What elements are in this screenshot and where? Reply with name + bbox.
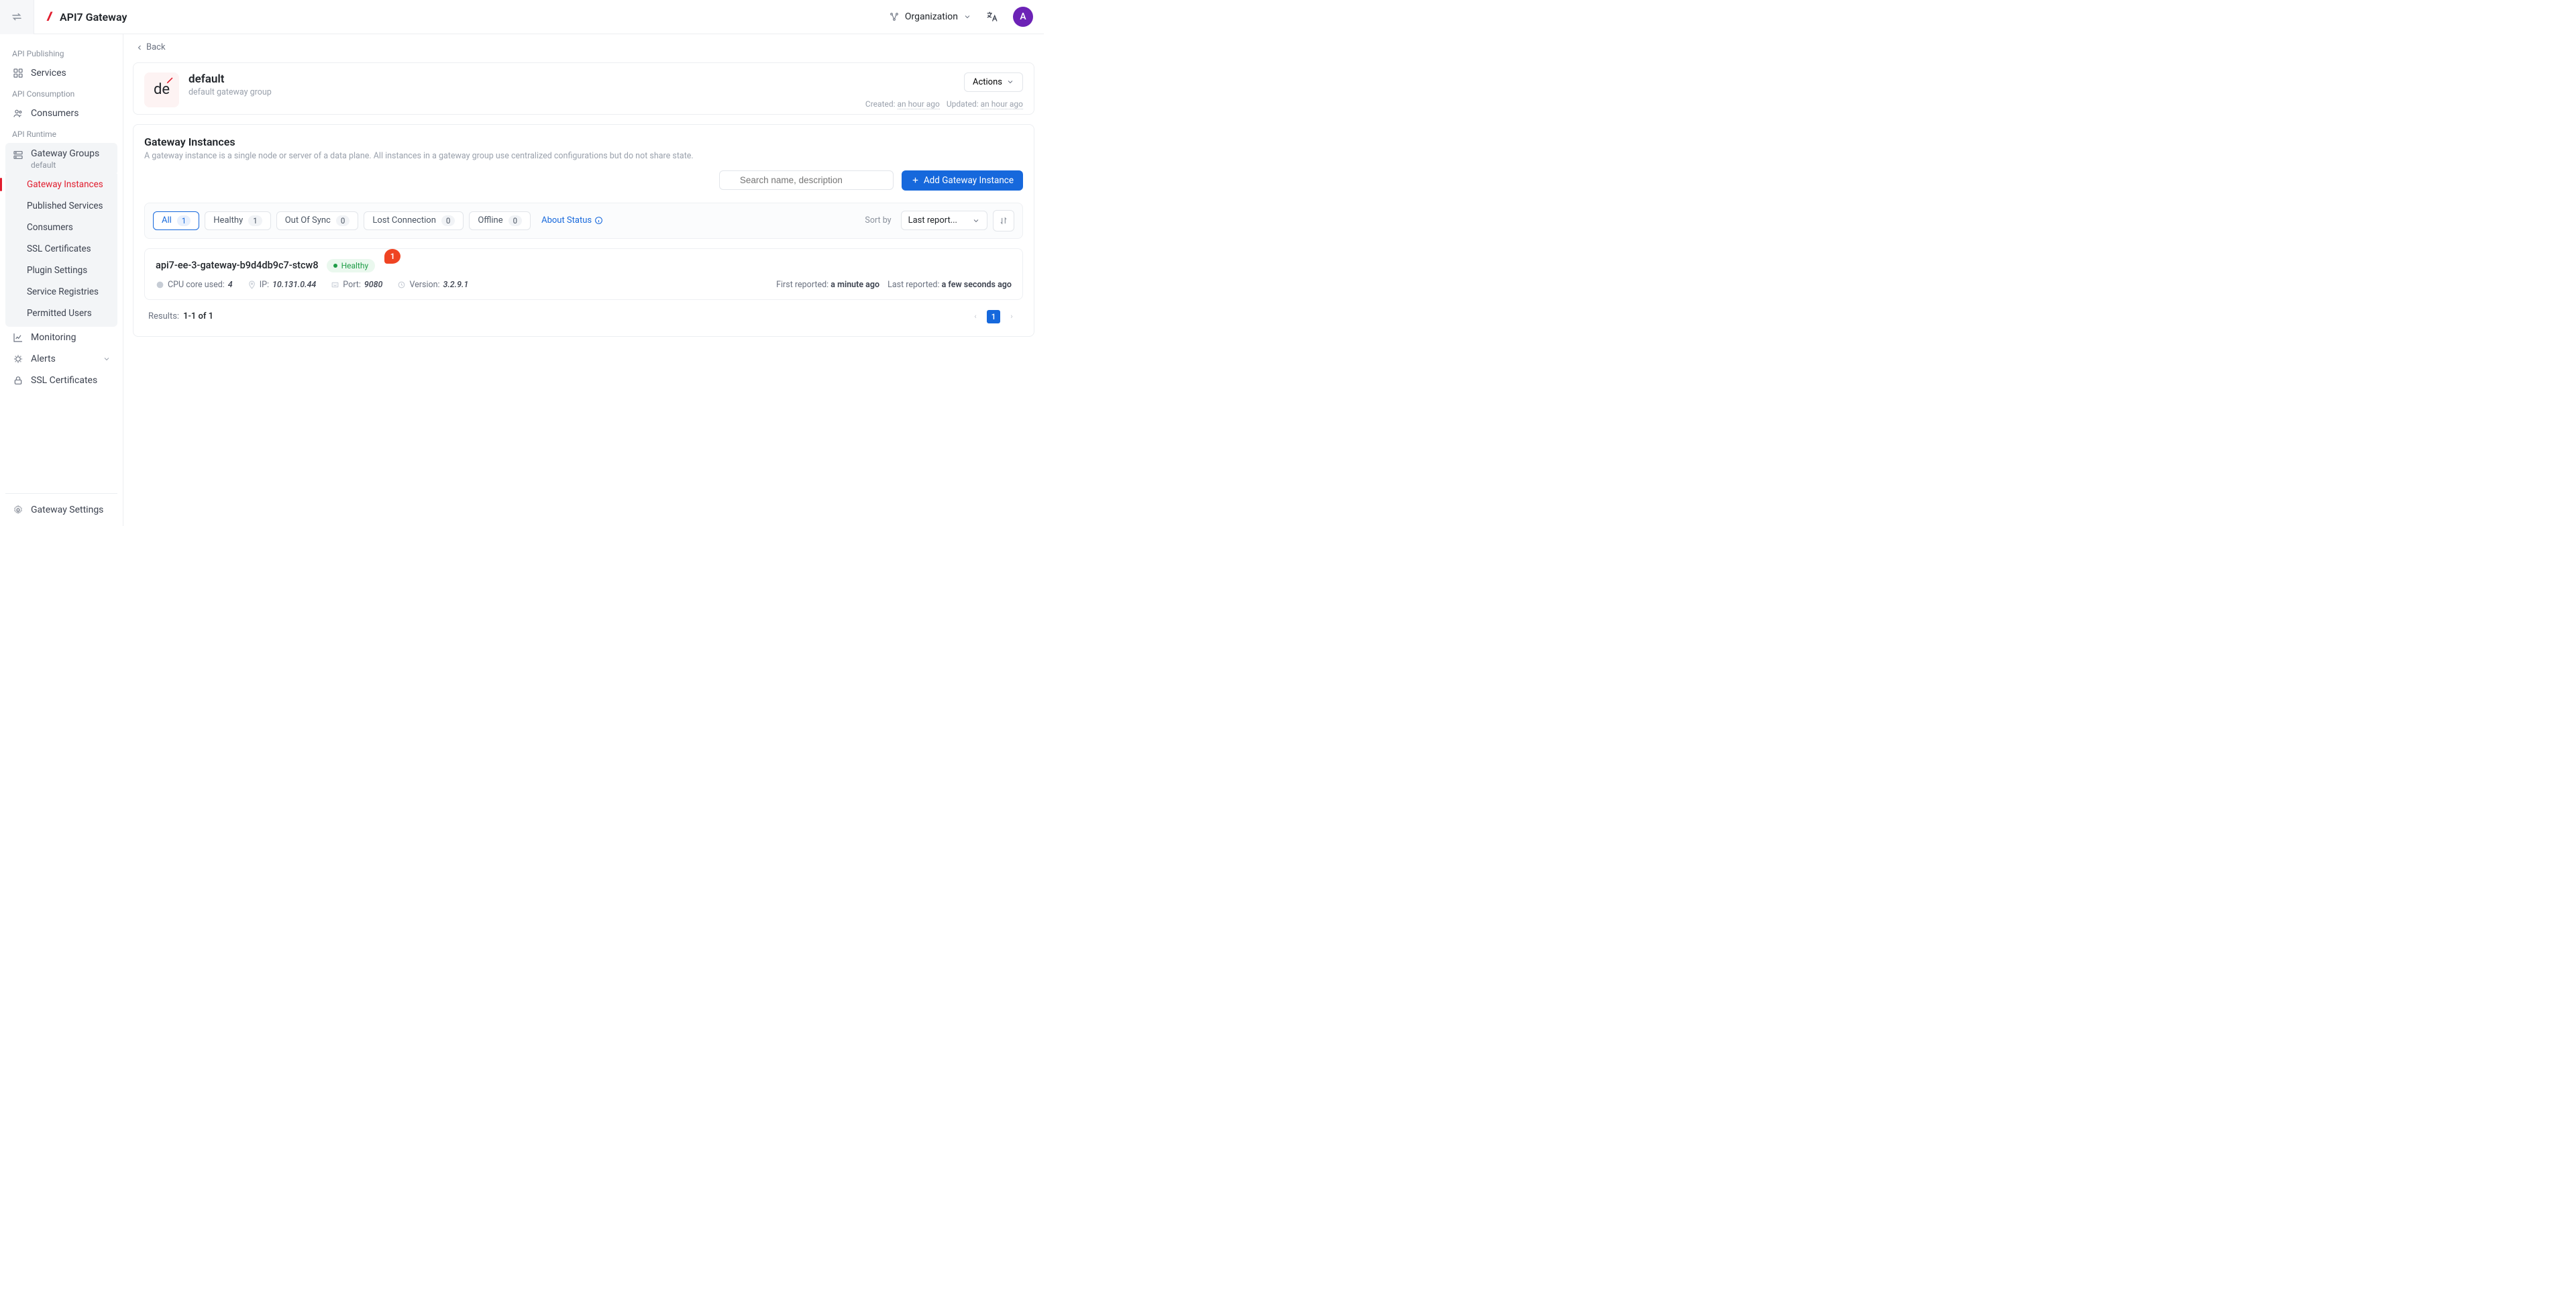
lock-icon [12, 375, 24, 386]
about-status-link[interactable]: About Status [541, 215, 603, 225]
brand[interactable]: API7 Gateway [44, 11, 127, 23]
instance-timestamps: First reported: a minute ago Last report… [776, 280, 1012, 290]
page-next[interactable]: › [1004, 309, 1019, 324]
page-current[interactable]: 1 [987, 310, 1000, 323]
sidebar-submenu-gateway-groups: Gateway Instances Published Services Con… [5, 174, 117, 327]
chevron-down-icon [1006, 78, 1014, 86]
chevron-down-icon [972, 217, 980, 225]
chevron-down-icon [963, 13, 971, 21]
sort-by-label: Sort by [865, 215, 891, 225]
gear-icon [12, 505, 24, 515]
results-count: Results:1-1 of 1 [148, 311, 213, 321]
instances-description: A gateway instance is a single node or s… [144, 151, 1023, 161]
translate-icon [986, 11, 998, 23]
sidebar-item-gateway-groups[interactable]: Gateway Groups default [5, 143, 117, 175]
ip-icon [248, 280, 256, 289]
alert-icon [12, 354, 24, 364]
sidebar: API Publishing Services API Consumption … [0, 34, 123, 526]
language-switcher[interactable] [986, 11, 998, 23]
sidebar-item-alerts[interactable]: Alerts [5, 348, 117, 370]
tab-out-of-sync[interactable]: Out Of Sync0 [276, 211, 359, 230]
tab-lost-connection[interactable]: Lost Connection0 [364, 211, 464, 230]
group-subtitle: default gateway group [189, 87, 272, 97]
sidebar-item-monitoring[interactable]: Monitoring [5, 327, 117, 348]
sidebar-section-publishing: API Publishing [5, 44, 117, 62]
chevron-down-icon [103, 355, 111, 363]
back-link[interactable]: Back [136, 42, 166, 52]
instance-name: api7-ee-3-gateway-b9d4db9c7-stcw8 [156, 260, 319, 271]
status-tabs: All1 Healthy1 Out Of Sync0 Lost Connecti… [144, 203, 1023, 239]
sidebar-item-services[interactable]: Services [5, 62, 117, 84]
sidebar-section-consumption: API Consumption [5, 84, 117, 103]
chart-icon [12, 332, 24, 343]
sidebar-item-consumers[interactable]: Consumers [5, 103, 117, 124]
instances-panel: Gateway Instances A gateway instance is … [133, 124, 1034, 337]
sort-select[interactable]: Last report... [901, 211, 987, 230]
group-title: default [189, 72, 272, 86]
sidebar-item-ssl-certificates-sub[interactable]: SSL Certificates [5, 238, 117, 260]
sort-icon [999, 216, 1008, 225]
sort-direction-button[interactable] [993, 210, 1014, 231]
sidebar-item-service-registries[interactable]: Service Registries [5, 281, 117, 303]
search-input[interactable] [719, 170, 894, 190]
annotation-badge: 1 [384, 258, 400, 273]
sidebar-item-permitted-users[interactable]: Permitted Users [5, 303, 117, 324]
sidebar-item-sub-consumers[interactable]: Consumers [5, 217, 117, 238]
group-header-card: de default default gateway group Actions… [133, 62, 1034, 115]
user-avatar[interactable]: A [1013, 7, 1033, 27]
grid-icon [12, 68, 24, 79]
sidebar-item-published-services[interactable]: Published Services [5, 195, 117, 217]
topbar: API7 Gateway Organization A [0, 0, 1044, 34]
brand-name: API7 Gateway [60, 11, 127, 23]
pencil-icon [166, 75, 175, 85]
page-prev[interactable]: ‹ [968, 309, 983, 324]
sidebar-item-gateway-instances[interactable]: Gateway Instances [5, 174, 117, 195]
tab-all[interactable]: All1 [153, 211, 199, 230]
tab-healthy[interactable]: Healthy1 [205, 211, 270, 230]
group-meta: Created: an hour ago Updated: an hour ag… [865, 99, 1023, 109]
swap-icon [11, 11, 23, 23]
organization-menu[interactable]: Organization [889, 11, 971, 22]
add-gateway-instance-button[interactable]: Add Gateway Instance [902, 170, 1023, 191]
port-icon [331, 280, 339, 289]
info-icon [594, 216, 603, 225]
brand-logo-icon [44, 11, 56, 23]
sidebar-section-runtime: API Runtime [5, 124, 117, 143]
sidebar-toggle[interactable] [0, 0, 34, 34]
instances-title: Gateway Instances [144, 136, 1023, 148]
actions-button[interactable]: Actions [964, 72, 1023, 92]
tab-offline[interactable]: Offline0 [469, 211, 531, 230]
instance-row[interactable]: api7-ee-3-gateway-b9d4db9c7-stcw8 Health… [144, 248, 1023, 300]
sidebar-item-plugin-settings[interactable]: Plugin Settings [5, 260, 117, 281]
chevron-left-icon [136, 44, 144, 52]
users-icon [12, 108, 24, 119]
org-icon [889, 11, 900, 22]
main-content: Back de default default gateway group Ac… [123, 34, 1044, 526]
status-badge: Healthy [327, 259, 376, 272]
version-icon [397, 280, 406, 289]
cpu-icon [156, 280, 164, 289]
server-icon [12, 150, 24, 160]
sidebar-item-ssl-certificates[interactable]: SSL Certificates [5, 370, 117, 391]
sidebar-item-gateway-settings[interactable]: Gateway Settings [5, 499, 117, 521]
plus-icon [911, 176, 920, 185]
pagination-row: Results:1-1 of 1 ‹ 1 › [144, 300, 1023, 325]
group-avatar: de [144, 72, 179, 107]
